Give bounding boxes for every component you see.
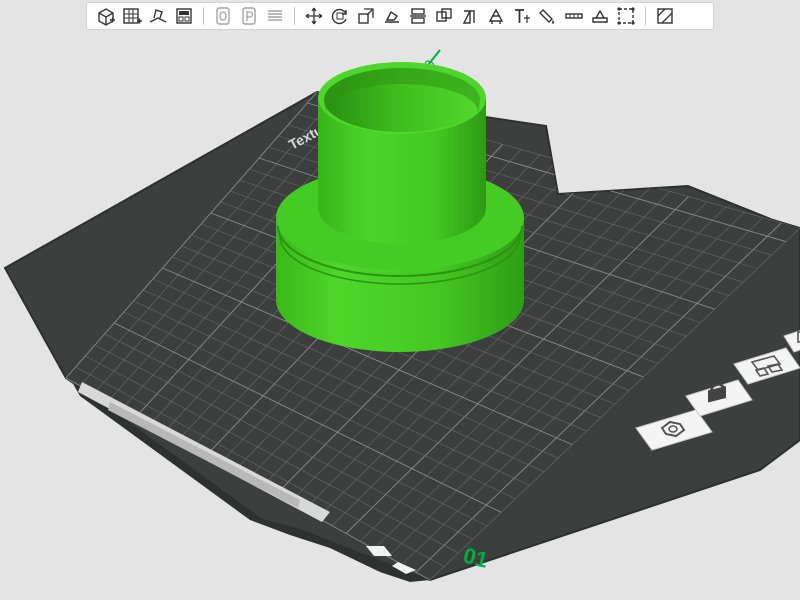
support-paint-icon <box>486 6 506 26</box>
toolbar-separator <box>645 7 646 25</box>
view-mode-button[interactable] <box>653 4 677 28</box>
auto-orient-button[interactable] <box>146 4 170 28</box>
text-shape-icon <box>512 6 532 26</box>
assembly-button[interactable] <box>614 4 638 28</box>
split-objects-button[interactable] <box>211 4 235 28</box>
cut-button[interactable] <box>406 4 430 28</box>
emboss-button[interactable] <box>588 4 612 28</box>
view-mode-icon <box>655 6 675 26</box>
split-objects-icon <box>213 6 233 26</box>
boolean-button[interactable] <box>432 4 456 28</box>
color-paint-button[interactable] <box>536 4 560 28</box>
3d-viewport[interactable]: Textured PEI Plate 01 0 <box>0 0 800 600</box>
support-paint-button[interactable] <box>484 4 508 28</box>
add-plate-button[interactable] <box>120 4 144 28</box>
lay-on-face-icon <box>382 6 402 26</box>
lay-on-face-button[interactable] <box>380 4 404 28</box>
boolean-icon <box>434 6 454 26</box>
measure-icon <box>460 6 480 26</box>
auto-orient-icon <box>148 6 168 26</box>
toolbar-separator <box>294 7 295 25</box>
rotate-button[interactable] <box>328 4 352 28</box>
split-parts-icon <box>239 6 259 26</box>
move-icon <box>304 6 324 26</box>
toolbar-separator <box>203 7 204 25</box>
layers-icon <box>265 6 285 26</box>
seam-paint-button[interactable] <box>562 4 586 28</box>
top-toolbar <box>86 2 714 30</box>
measure-button[interactable] <box>458 4 482 28</box>
scale-button[interactable] <box>354 4 378 28</box>
split-parts-button[interactable] <box>237 4 261 28</box>
assembly-icon <box>616 6 636 26</box>
arrange-button[interactable] <box>172 4 196 28</box>
arrange-icon <box>174 6 194 26</box>
rotate-icon <box>330 6 350 26</box>
add-plate-icon <box>122 6 142 26</box>
move-button[interactable] <box>302 4 326 28</box>
add-object-icon <box>96 6 116 26</box>
cut-icon <box>408 6 428 26</box>
color-paint-icon <box>538 6 558 26</box>
seam-paint-icon <box>564 6 584 26</box>
scale-icon <box>356 6 376 26</box>
add-object-button[interactable] <box>94 4 118 28</box>
layers-button[interactable] <box>263 4 287 28</box>
emboss-icon <box>590 6 610 26</box>
text-shape-button[interactable] <box>510 4 534 28</box>
